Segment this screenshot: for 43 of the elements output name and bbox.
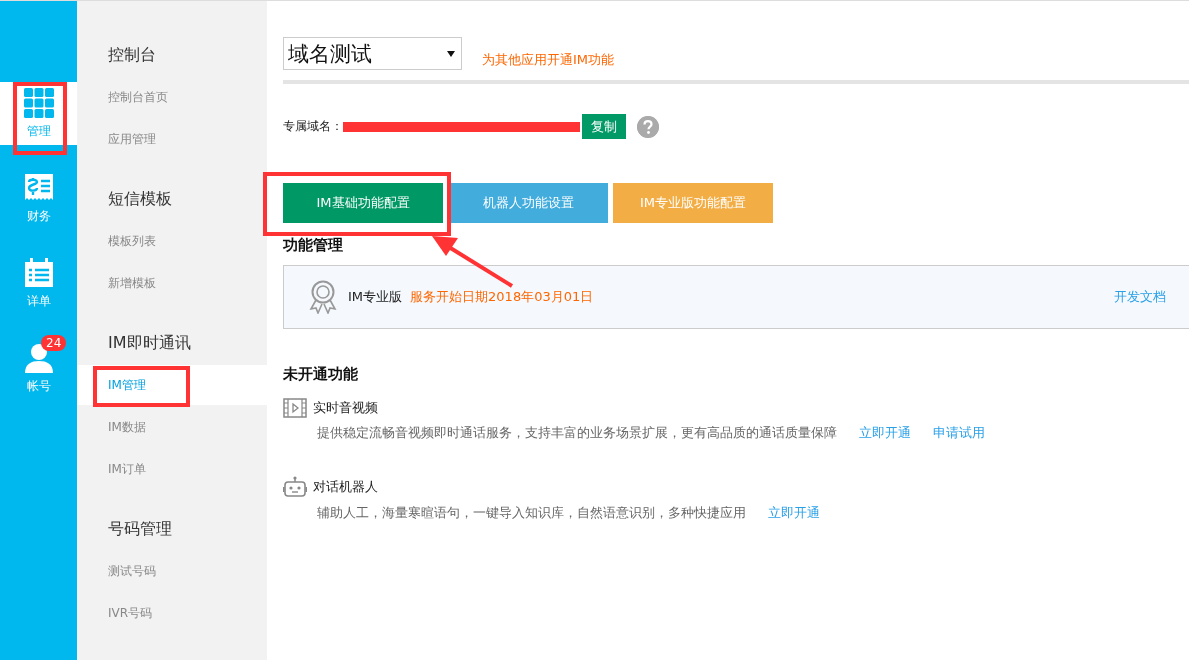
calendar-icon <box>23 257 54 288</box>
open-im-link[interactable]: 为其他应用开通IM功能 <box>482 51 615 69</box>
feature-link[interactable]: 立即开通 <box>768 504 820 522</box>
feature-name: 对话机器人 <box>313 478 378 496</box>
dropdown-caret-icon <box>447 50 455 57</box>
menu-heading: 号码管理 <box>107 518 173 540</box>
menu-heading: 短信模板 <box>107 188 173 210</box>
config-button[interactable]: IM专业版功能配置 <box>613 183 773 223</box>
docs-link[interactable]: 开发文档 <box>1114 288 1166 306</box>
section-title: 未开通功能 <box>283 365 359 384</box>
menu-heading: 控制台 <box>107 44 157 66</box>
menu-item[interactable]: IM订单 <box>77 449 267 489</box>
robot-icon <box>283 476 307 498</box>
nav-item[interactable]: 详单 <box>0 252 77 315</box>
section-title: 功能管理 <box>283 236 344 255</box>
domain-label: 专属域名： <box>283 118 343 135</box>
feature-name: 实时音视频 <box>313 399 378 417</box>
service-date: 服务开始日期2018年03月01日 <box>410 288 594 306</box>
menu-item[interactable]: 应用管理 <box>77 119 267 159</box>
help-icon[interactable] <box>637 115 659 138</box>
menu-heading: IM即时通讯 <box>107 332 192 354</box>
config-button[interactable]: IM基础功能配置 <box>283 183 443 223</box>
feature-description: 提供稳定流畅音视频即时通话服务，支持丰富的业务场景扩展，更有高品质的通话质量保障 <box>317 424 837 442</box>
menu-item[interactable]: 控制台首页 <box>77 77 267 117</box>
menu-item[interactable]: 模板列表 <box>77 221 267 261</box>
nav-item[interactable]: 帐号 24 <box>0 337 77 400</box>
receipt-icon <box>23 172 54 203</box>
count-badge: 24 <box>41 335 67 351</box>
feature-description: 辅助人工，海量寒暄语句，一键导入知识库，自然语意识别，多种快捷应用 <box>317 504 746 522</box>
feature-link[interactable]: 立即开通 <box>859 424 911 442</box>
menu-item[interactable]: IM数据 <box>77 407 267 447</box>
video-icon <box>283 398 307 418</box>
edition-name: IM专业版 <box>348 288 403 306</box>
grid-icon <box>23 87 54 118</box>
menu-item[interactable]: 测试号码 <box>77 551 267 591</box>
menu-item[interactable]: 新增模板 <box>77 263 267 303</box>
feature-link[interactable]: 申请试用 <box>933 424 985 442</box>
copy-button[interactable]: 复制 <box>582 114 626 139</box>
nav-item[interactable]: 财务 <box>0 167 77 230</box>
app-select[interactable]: 域名测试 <box>283 37 462 70</box>
award-icon <box>308 280 338 314</box>
menu-item[interactable]: IVR号码 <box>77 593 267 633</box>
config-button[interactable]: 机器人功能设置 <box>448 183 608 223</box>
